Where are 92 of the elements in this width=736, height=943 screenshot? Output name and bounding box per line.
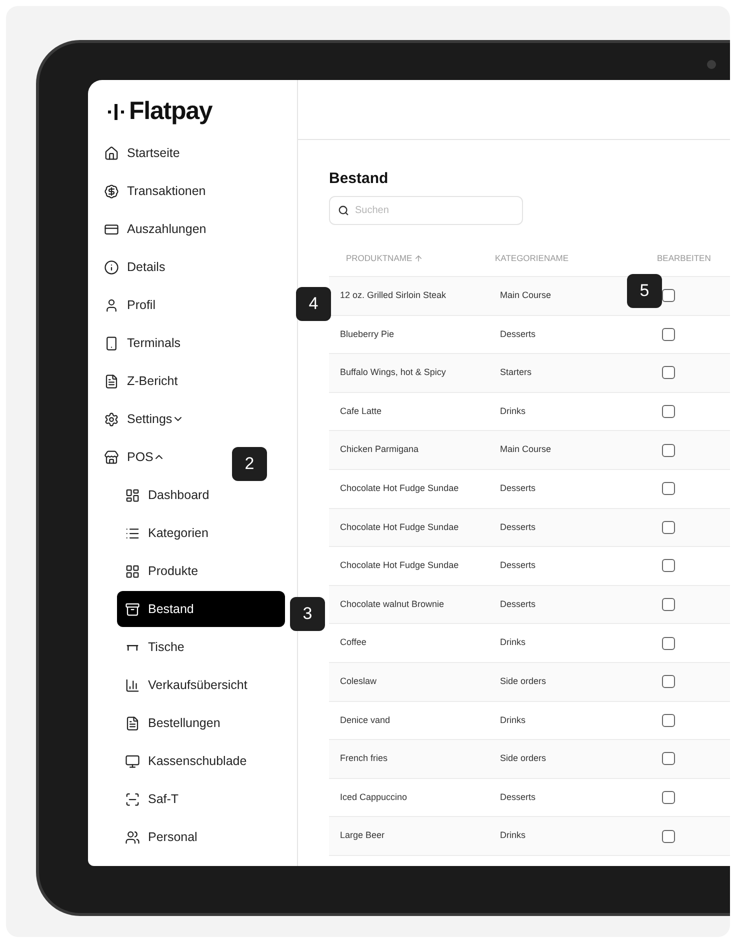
table-cell: Drinks — [500, 637, 526, 648]
checkbox[interactable] — [662, 289, 675, 302]
dashboard-icon — [125, 488, 140, 502]
nav-item[interactable]: Terminals — [104, 325, 184, 361]
search-field[interactable]: Suchen — [329, 196, 523, 225]
store-icon — [104, 450, 119, 464]
brand-logo: Flatpay — [108, 94, 297, 130]
archive-icon — [125, 602, 140, 616]
table-cell: Desserts — [500, 328, 536, 339]
scan-icon — [125, 792, 140, 806]
checkbox[interactable] — [662, 636, 675, 650]
card-icon — [104, 222, 119, 236]
grid-icon — [125, 564, 140, 578]
table-cell: Cafe Latte — [340, 406, 382, 416]
users-icon — [125, 830, 140, 844]
table-cell: Main Course — [500, 444, 552, 454]
table-cell: Chicken Parmigana — [340, 444, 419, 454]
dollar-icon — [104, 184, 119, 198]
table-cell: Buffalo Wings, hot & Spicy — [340, 367, 446, 378]
nav-item[interactable]: Verkaufsübersicht — [117, 667, 256, 703]
table-cell: Desserts — [500, 483, 536, 494]
nav-item[interactable]: Kassenschublade — [117, 743, 255, 779]
logo-mark-icon — [108, 103, 124, 121]
checkbox[interactable] — [662, 482, 675, 496]
checkbox[interactable] — [662, 714, 675, 727]
table-cell: Desserts — [500, 598, 536, 609]
checkbox[interactable] — [662, 752, 675, 766]
callout-badge: 4 — [296, 287, 331, 321]
table-cell: Large Beer — [340, 830, 385, 840]
table-cell: Coffee — [340, 637, 366, 648]
nav-item[interactable]: Auszahlungen — [104, 211, 210, 247]
table-cell: Starters — [500, 367, 532, 378]
nav-item[interactable]: Startseite — [104, 135, 184, 171]
table-cell: Drinks — [500, 406, 526, 416]
search-icon — [338, 205, 349, 216]
table-cell: Chocolate walnut Brownie — [340, 598, 444, 609]
table-cell: Chocolate Hot Fudge Sundae — [340, 483, 459, 494]
table-cell: Desserts — [500, 792, 536, 802]
nav-item[interactable]: Produkte — [117, 553, 206, 589]
checkbox[interactable] — [662, 598, 675, 612]
table-cell: Side orders — [500, 753, 546, 764]
table-cell: Drinks — [500, 830, 526, 840]
nav-item[interactable]: Profil — [104, 287, 160, 323]
table-cell: Coleslaw — [340, 676, 377, 686]
table-cell: Desserts — [500, 522, 536, 532]
table-cell: Main Course — [500, 290, 552, 300]
sort-arrow-icon — [414, 254, 424, 262]
callout-badge: 3 — [290, 597, 325, 631]
checkbox[interactable] — [662, 559, 675, 572]
checkbox[interactable] — [662, 405, 675, 418]
monitor-icon — [125, 754, 140, 768]
table-cell: Desserts — [500, 560, 536, 570]
table-cell: 12 oz. Grilled Sirloin Steak — [340, 290, 446, 300]
house-icon — [104, 146, 119, 160]
checkbox[interactable] — [662, 366, 675, 380]
nav-item[interactable]: Z-Bericht — [104, 363, 182, 399]
callout-badge: 2 — [232, 447, 267, 481]
nav-item[interactable]: Tische — [117, 629, 192, 665]
table-cell: Blueberry Pie — [340, 328, 394, 339]
table-cell: Side orders — [500, 676, 546, 686]
checkbox[interactable] — [662, 830, 675, 843]
info-icon — [104, 260, 119, 274]
nav-item[interactable]: Kategorien — [117, 515, 216, 551]
table-cell: Chocolate Hot Fudge Sundae — [340, 522, 459, 532]
document-icon — [104, 374, 119, 388]
table-cell: Drinks — [500, 714, 526, 725]
checkbox[interactable] — [662, 444, 675, 457]
settings-icon — [104, 412, 119, 426]
table-cell: Chocolate Hot Fudge Sundae — [340, 560, 459, 570]
nav-item[interactable]: Bestellungen — [117, 705, 228, 741]
checkbox[interactable] — [662, 520, 675, 534]
table-cell: Iced Cappuccino — [340, 792, 408, 802]
checkbox[interactable] — [662, 791, 675, 804]
nav-item[interactable]: Transaktionen — [104, 173, 210, 209]
nav-item[interactable]: Dashboard — [117, 477, 218, 513]
nav-item[interactable]: Personal — [117, 819, 206, 855]
nav-item[interactable]: Saf-T — [117, 781, 187, 817]
checkbox[interactable] — [662, 675, 675, 688]
nav-item[interactable]: Bestand — [117, 591, 285, 627]
page-title: Bestand — [329, 169, 390, 188]
table-cell: French fries — [340, 753, 388, 764]
nav-item[interactable]: Settings — [104, 401, 188, 437]
bar-chart-icon — [125, 678, 140, 692]
phone-icon — [104, 336, 119, 350]
checkbox[interactable] — [662, 328, 675, 341]
nav-item[interactable]: POS — [104, 439, 170, 475]
table-cell: Denice vand — [340, 714, 390, 725]
user-icon — [104, 298, 119, 312]
list-icon — [125, 526, 140, 540]
nav-item[interactable]: Details — [104, 249, 170, 285]
document-icon — [125, 716, 140, 730]
callout-badge: 5 — [627, 274, 662, 308]
